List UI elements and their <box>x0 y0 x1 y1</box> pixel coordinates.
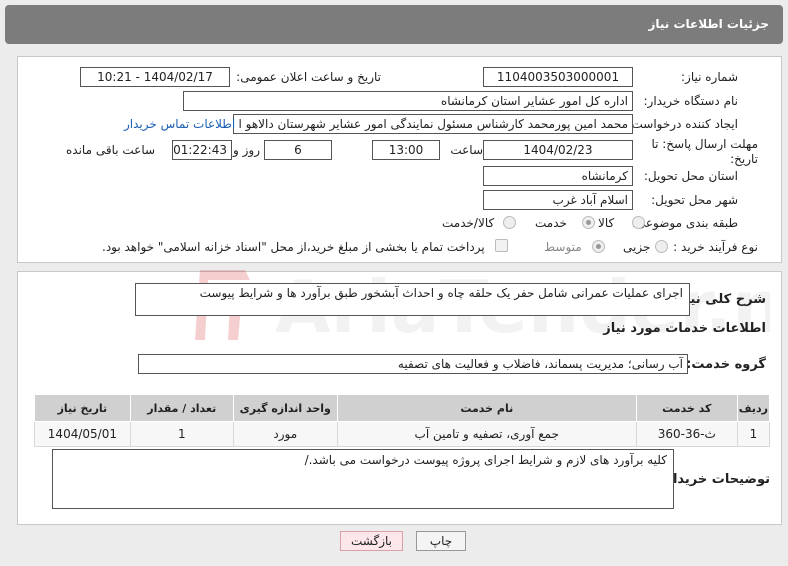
deadline-time-field[interactable]: 13:00 <box>372 140 440 160</box>
days-field[interactable]: 6 <box>264 140 332 160</box>
city-label: شهر محل تحویل: <box>651 193 738 207</box>
summary-text: اجرای عملیات عمرانی شامل حفر یک حلقه چاه… <box>199 286 683 300</box>
cell-service-name: جمع آوری، تصفیه و تامین آب <box>336 421 637 447</box>
process-option-minor: جزیی <box>623 240 651 254</box>
page-title: جزئیات اطلاعات نیاز <box>648 17 769 31</box>
col-row-number: ردیف <box>736 394 771 422</box>
days-label: روز و <box>233 143 260 157</box>
buyer-notes-text: کلیه برآورد های لازم و شرایط اجرای پروژه… <box>304 453 667 467</box>
cell-service-code: ث-36-360 <box>635 421 738 447</box>
need-number-field[interactable]: 1104003503000001 <box>483 67 633 87</box>
deadline-date-field[interactable]: 1404/02/23 <box>483 140 633 160</box>
services-section-title: اطلاعات خدمات مورد نیاز <box>603 321 766 336</box>
cell-unit: مورد <box>232 421 338 447</box>
process-option-medium: متوسط <box>544 240 582 254</box>
creator-label: ایجاد کننده درخواست: <box>627 117 738 131</box>
service-group-field[interactable]: آب رسانی؛ مدیریت پسماند، فاضلاب و فعالیت… <box>138 354 688 374</box>
cell-need-date: 1404/05/01 <box>34 421 131 447</box>
cell-row-number: 1 <box>736 421 771 447</box>
category-label: طبقه بندی موضوعی: <box>631 216 738 230</box>
category-option-goods: کالا <box>598 216 615 230</box>
buyer-notes-textarea[interactable]: کلیه برآورد های لازم و شرایط اجرای پروژه… <box>52 449 674 509</box>
buyer-notes-label: توضیحات خریدار: <box>660 472 770 487</box>
time-label: ساعت <box>450 143 483 157</box>
table-row: 1 ث-36-360 جمع آوری، تصفیه و تامین آب مو… <box>34 421 771 447</box>
category-radio-service[interactable] <box>582 216 595 229</box>
remaining-time-field[interactable]: 01:22:43 <box>172 140 232 160</box>
province-label: استان محل تحویل: <box>643 169 738 183</box>
category-option-service: خدمت <box>535 216 567 230</box>
process-radio-medium[interactable] <box>592 240 605 253</box>
creator-field[interactable]: محمد امین پورمحمد کارشناس مسئول نمایندگی… <box>233 114 633 134</box>
province-field[interactable]: کرمانشاه <box>483 166 633 186</box>
remaining-label: ساعت باقی مانده <box>66 143 156 157</box>
cell-quantity: 1 <box>129 421 234 447</box>
buyer-org-field[interactable]: اداره کل امور عشایر استان کرمانشاه <box>183 91 633 111</box>
announce-field[interactable]: 1404/02/17 - 10:21 <box>80 67 230 87</box>
category-radio-goods[interactable] <box>632 216 645 229</box>
col-need-date: تاریخ نیاز <box>34 394 131 422</box>
service-group-label: گروه خدمت: <box>686 357 766 372</box>
col-quantity: تعداد / مقدار <box>129 394 234 422</box>
print-button[interactable]: چاپ <box>416 531 466 551</box>
col-service-code: کد خدمت <box>635 394 738 422</box>
city-field[interactable]: اسلام آباد غرب <box>483 190 633 210</box>
buyer-org-label: نام دستگاه خریدار: <box>643 94 739 108</box>
announce-label: تاریخ و ساعت اعلان عمومی: <box>236 70 381 84</box>
treasury-checkbox[interactable] <box>495 239 508 252</box>
services-table: ردیف کد خدمت نام خدمت واحد اندازه گیری ت… <box>34 394 771 447</box>
contact-info-link[interactable]: اطلاعات تماس خریدار <box>124 117 235 131</box>
category-radio-goods-service[interactable] <box>503 216 516 229</box>
need-number-label: شماره نیاز: <box>681 70 738 84</box>
process-label: نوع فرآیند خرید : <box>673 240 758 254</box>
col-service-name: نام خدمت <box>336 394 637 422</box>
table-header-row: ردیف کد خدمت نام خدمت واحد اندازه گیری ت… <box>34 394 771 422</box>
category-option-goods-service: کالا/خدمت <box>442 216 495 230</box>
process-radio-minor[interactable] <box>655 240 668 253</box>
col-unit: واحد اندازه گیری <box>232 394 338 422</box>
summary-textarea[interactable]: اجرای عملیات عمرانی شامل حفر یک حلقه چاه… <box>135 283 690 316</box>
payment-note: پرداخت تمام یا بخشی از مبلغ خرید،از محل … <box>102 240 485 254</box>
deadline-label: مهلت ارسال پاسخ: تا تاریخ: <box>651 137 758 166</box>
back-button[interactable]: بازگشت <box>340 531 403 551</box>
page-header: جزئیات اطلاعات نیاز <box>5 5 783 44</box>
